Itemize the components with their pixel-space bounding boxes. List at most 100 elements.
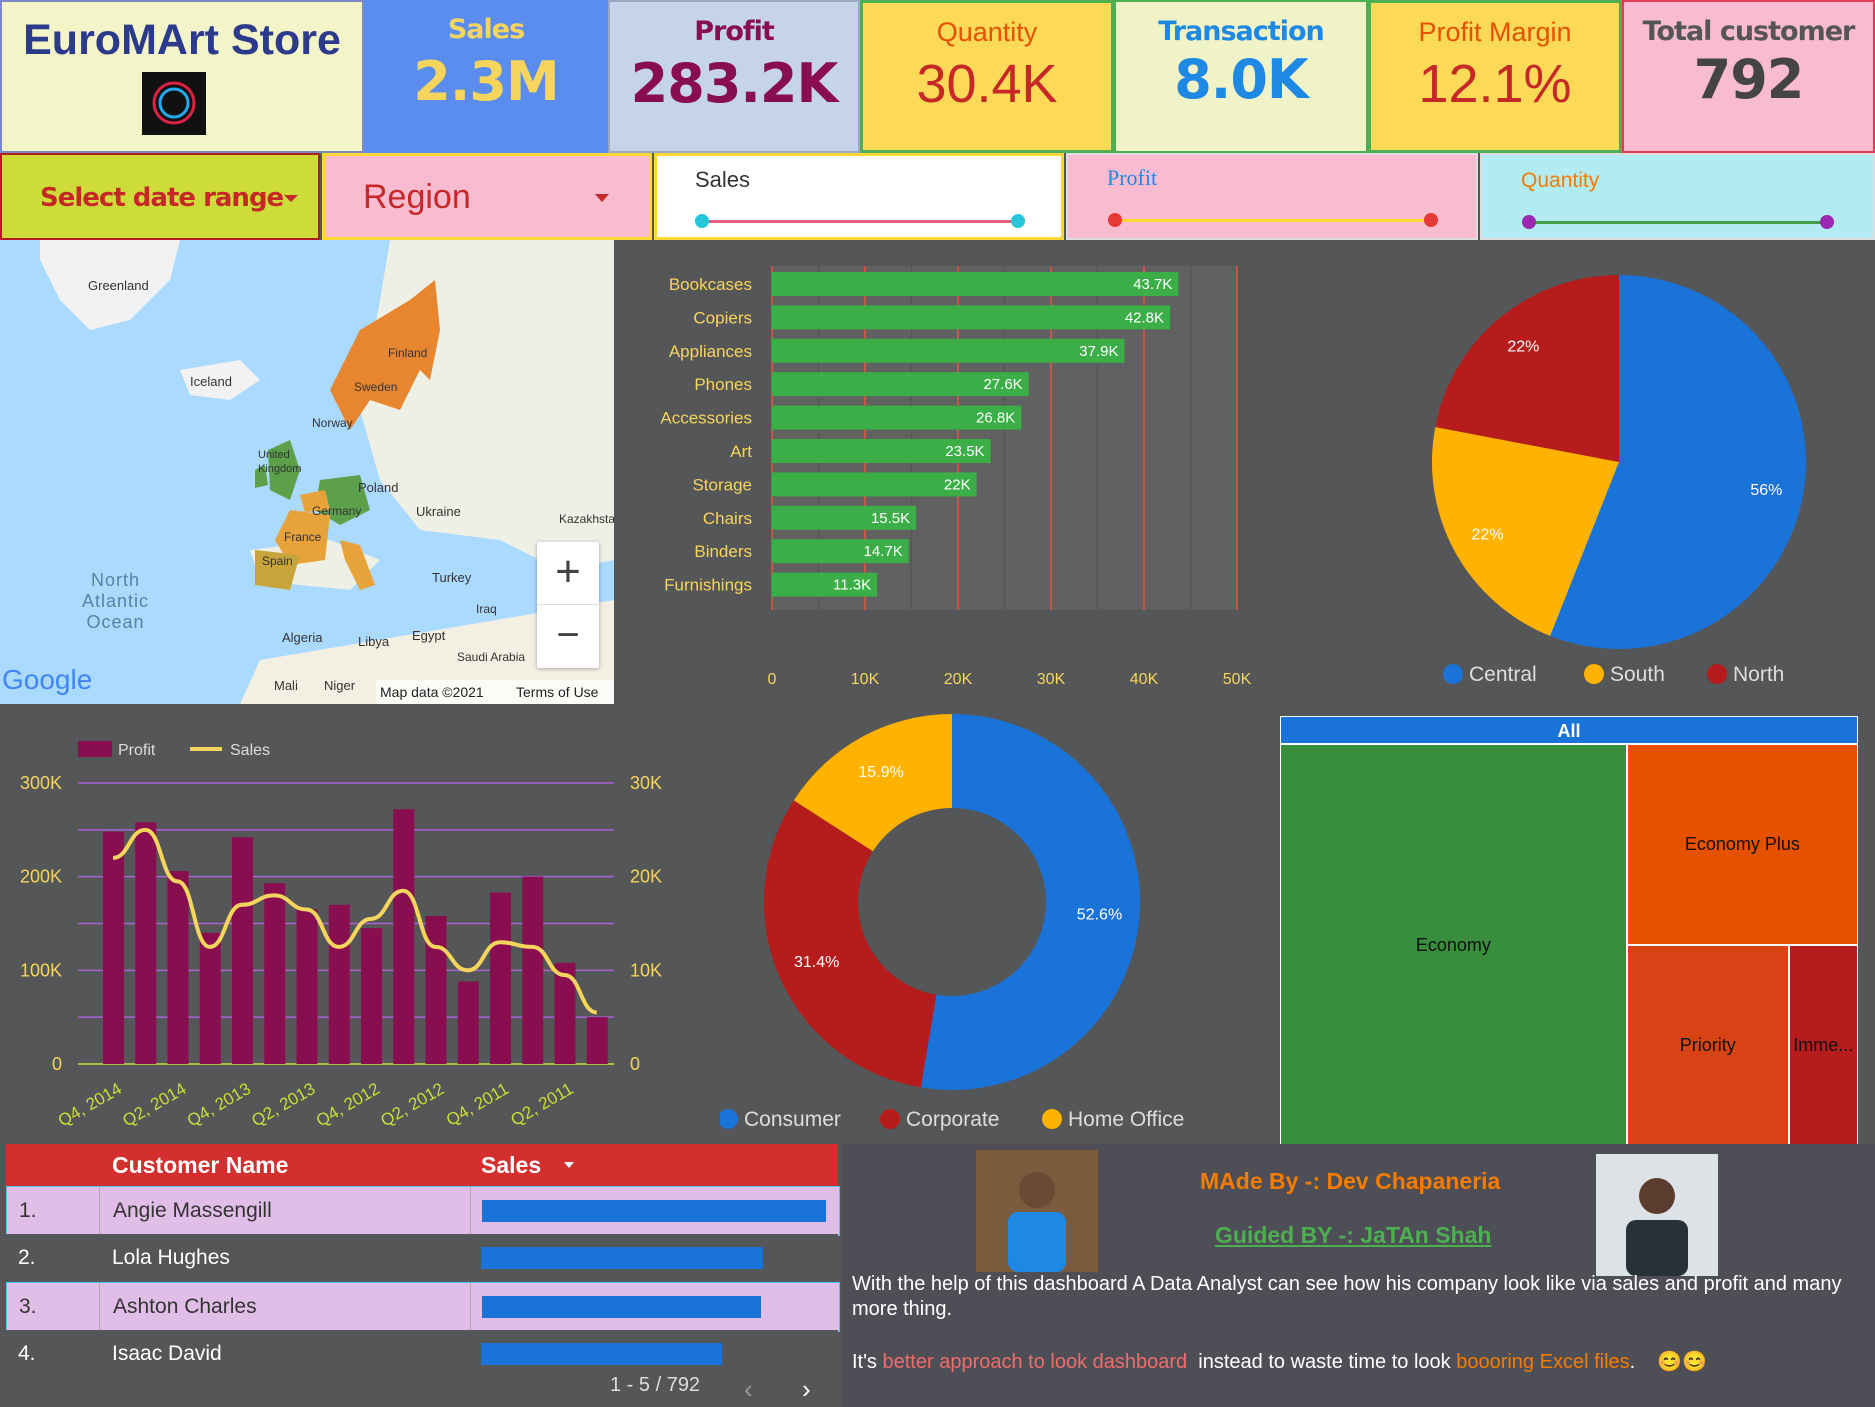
- map-label-greenland: Greenland: [88, 278, 149, 293]
- sales-bar: [481, 1343, 722, 1365]
- category-label: Appliances: [669, 342, 752, 361]
- google-logo: Google: [2, 664, 93, 695]
- map-label-iceland: Iceland: [190, 374, 232, 389]
- y-right-tick-label: 10K: [630, 960, 662, 980]
- date-range-filter[interactable]: Select date range: [0, 153, 320, 240]
- sales-slider-min-handle[interactable]: [695, 214, 709, 228]
- map-label-norway: Norway: [312, 416, 353, 430]
- quantity-slider-label: Quantity: [1521, 169, 1600, 192]
- legend-label: Central: [1469, 663, 1537, 686]
- legend-dot: [1443, 664, 1463, 684]
- kpi-sales-value: 2.3M: [413, 50, 559, 113]
- kpi-profit-value: 283.2K: [630, 52, 839, 115]
- kpi-quantity-label: Quantity: [936, 17, 1038, 47]
- region-pie-chart: 56% 22% 22% Central South North: [1432, 275, 1806, 686]
- table-row[interactable]: 4. Isaac David: [6, 1330, 838, 1378]
- column-header-sales[interactable]: Sales: [481, 1152, 541, 1179]
- bar-value-label: 27.6K: [983, 376, 1022, 393]
- bar: [361, 928, 382, 1064]
- sales-slider-track: [702, 220, 1016, 223]
- customer-name: Lola Hughes: [112, 1246, 230, 1269]
- quantity-slider-max-handle[interactable]: [1820, 215, 1834, 229]
- prev-page-icon[interactable]: ‹: [744, 1374, 753, 1405]
- kpi-customers-label: Total customer: [1642, 16, 1856, 47]
- profit-sales-quarterly-chart: Profit Sales 0 100K 200K 300K 0 10K 20K 30K Q4, 20…: [20, 741, 662, 1130]
- table-header: Customer Name Sales: [6, 1144, 838, 1186]
- table-row[interactable]: 2. Lola Hughes: [6, 1234, 838, 1282]
- bar: [772, 305, 1171, 330]
- made-by-text: MAde By -: Dev Chapaneria: [1200, 1168, 1501, 1194]
- map-label-poland: Poland: [358, 480, 399, 495]
- row-index: 1.: [19, 1199, 37, 1222]
- treemap-cell[interactable]: Imme...: [1788, 945, 1858, 1146]
- bar: [199, 932, 221, 1064]
- sales-slider-max-handle[interactable]: [1011, 214, 1025, 228]
- tagline: It's better approach to look dashboard i…: [852, 1349, 1707, 1374]
- region-filter[interactable]: Region: [322, 153, 652, 240]
- legend-label: Home Office: [1068, 1108, 1184, 1131]
- x-tick-label: Q2, 2012: [377, 1079, 447, 1130]
- legend-label: North: [1733, 663, 1784, 686]
- category-label: Art: [730, 442, 752, 461]
- guided-by-link[interactable]: Guided BY -: JaTAn Shah: [1215, 1222, 1491, 1249]
- slice-label: 52.6%: [1077, 906, 1122, 923]
- chevron-down-icon: [284, 195, 298, 202]
- kpi-margin-label: Profit Margin: [1418, 17, 1572, 47]
- bar: [232, 837, 253, 1064]
- pie-slice: [764, 800, 937, 1088]
- x-tick-label: Q2, 2013: [248, 1079, 318, 1130]
- x-tick-label: 20K: [944, 671, 973, 688]
- treemap-cell[interactable]: Economy: [1280, 744, 1627, 1146]
- x-tick-label: 10K: [851, 671, 880, 688]
- quantity-slider[interactable]: Quantity: [1480, 153, 1875, 240]
- cell-divider: [470, 1187, 471, 1235]
- zoom-in-button[interactable]: +: [537, 542, 599, 604]
- pie-slice: [920, 714, 1141, 1090]
- map-terms-link[interactable]: Terms of Use: [516, 684, 598, 700]
- y-left-tick-label: 300K: [20, 773, 62, 793]
- profit-slider-min-handle[interactable]: [1108, 213, 1122, 227]
- legend-label: Profit: [118, 742, 156, 759]
- bar: [296, 909, 318, 1064]
- store-title: EuroMArt Store: [23, 16, 341, 64]
- category-label: Chairs: [703, 509, 752, 528]
- treemap-cell[interactable]: Economy Plus: [1626, 744, 1858, 945]
- kpi-total-customer: Total customer 792: [1622, 0, 1875, 153]
- map-label-france: France: [284, 530, 322, 544]
- segment-donut-chart: 52.6% 31.4% 15.9% Consumer Corporate Home Off…: [720, 714, 1184, 1131]
- category-label: Phones: [694, 375, 752, 394]
- table-row[interactable]: 3. Ashton Charles: [6, 1282, 840, 1332]
- bar-value-label: 26.8K: [976, 410, 1015, 427]
- legend-dot: [880, 1109, 900, 1129]
- person-icon: [1626, 1178, 1688, 1276]
- treemap-cell[interactable]: Priority: [1626, 945, 1789, 1146]
- sort-desc-icon[interactable]: [564, 1162, 574, 1168]
- column-header-customer-name[interactable]: Customer Name: [112, 1152, 288, 1179]
- profit-by-subcategory-chart: Profit43.7KBookcases42.8KCopiers37.9KApp…: [660, 266, 1252, 688]
- x-tick-label: 50K: [1223, 671, 1252, 688]
- x-tick-label: Q4, 2013: [184, 1079, 254, 1130]
- bar-value-label: 11.3K: [833, 577, 871, 594]
- bar-value-label: 14.7K: [864, 543, 903, 560]
- europe-map[interactable]: Greenland Iceland North Atlantic Ocean F…: [0, 240, 614, 704]
- region-label: Region: [363, 178, 471, 216]
- zoom-out-button[interactable]: −: [537, 604, 599, 667]
- map-label-libya: Libya: [358, 634, 390, 649]
- sales-bar: [482, 1200, 826, 1222]
- sales-bar: [481, 1247, 764, 1269]
- map-label-iraq: Iraq: [476, 602, 497, 616]
- category-label: Storage: [692, 475, 752, 494]
- cell-divider: [99, 1187, 100, 1235]
- mentor-photo: [1596, 1154, 1718, 1276]
- profit-slider[interactable]: Profit: [1066, 153, 1478, 240]
- next-page-icon[interactable]: ›: [802, 1374, 811, 1405]
- bar: [457, 981, 479, 1064]
- kpi-transaction-value: 8.0K: [1174, 48, 1309, 111]
- treemap-root-header[interactable]: All: [1280, 716, 1858, 744]
- profit-slider-max-handle[interactable]: [1424, 213, 1438, 227]
- table-row[interactable]: 1. Angie Massengill: [6, 1186, 840, 1236]
- sales-slider[interactable]: Sales: [654, 153, 1064, 240]
- slice-label: 15.9%: [858, 764, 903, 781]
- quantity-slider-min-handle[interactable]: [1522, 215, 1536, 229]
- treemap-cell-label: Economy: [1415, 934, 1491, 955]
